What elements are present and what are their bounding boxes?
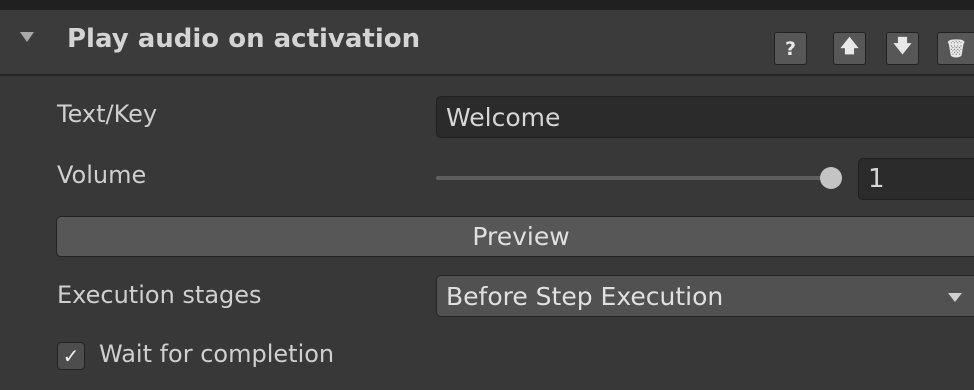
move-down-button[interactable]: 🡇 (886, 32, 919, 65)
volume-value: 1 (868, 164, 885, 194)
preview-button-label: Preview (472, 222, 570, 251)
volume-slider-track[interactable] (436, 176, 836, 180)
preview-button[interactable]: Preview (56, 216, 974, 257)
volume-input[interactable]: 1 (858, 158, 974, 200)
wait-for-completion-checkbox[interactable]: ✓ (57, 342, 85, 370)
component-title: Play audio on activation (67, 24, 421, 54)
arrow-up-icon: 🡅 (840, 35, 859, 57)
volume-label: Volume (57, 161, 147, 189)
foldout-arrow-icon[interactable] (20, 32, 34, 42)
help-icon: ? (784, 37, 797, 60)
volume-slider-thumb[interactable] (820, 167, 842, 189)
chevron-down-icon (948, 293, 962, 302)
execution-stages-selected: Before Step Execution (446, 281, 724, 311)
trash-icon: 🗑 (945, 38, 967, 59)
component-header[interactable]: Play audio on activation ? 🡅 🡇 🗑 (0, 10, 974, 76)
wait-for-completion-label: Wait for completion (99, 340, 335, 368)
delete-button[interactable]: 🗑 (937, 32, 974, 65)
text-key-label: Text/Key (57, 100, 158, 128)
text-key-input[interactable]: Welcome (436, 96, 974, 138)
checkmark-icon: ✓ (62, 344, 80, 368)
execution-stages-dropdown[interactable]: Before Step Execution (436, 275, 974, 317)
arrow-down-icon: 🡇 (893, 35, 912, 57)
execution-stages-label: Execution stages (57, 281, 262, 309)
top-divider (0, 0, 974, 10)
help-button[interactable]: ? (774, 32, 807, 65)
audio-behavior-inspector: Play audio on activation ? 🡅 🡇 🗑 Text/Ke… (0, 0, 974, 390)
text-key-value: Welcome (446, 102, 561, 132)
move-up-button[interactable]: 🡅 (833, 32, 866, 65)
